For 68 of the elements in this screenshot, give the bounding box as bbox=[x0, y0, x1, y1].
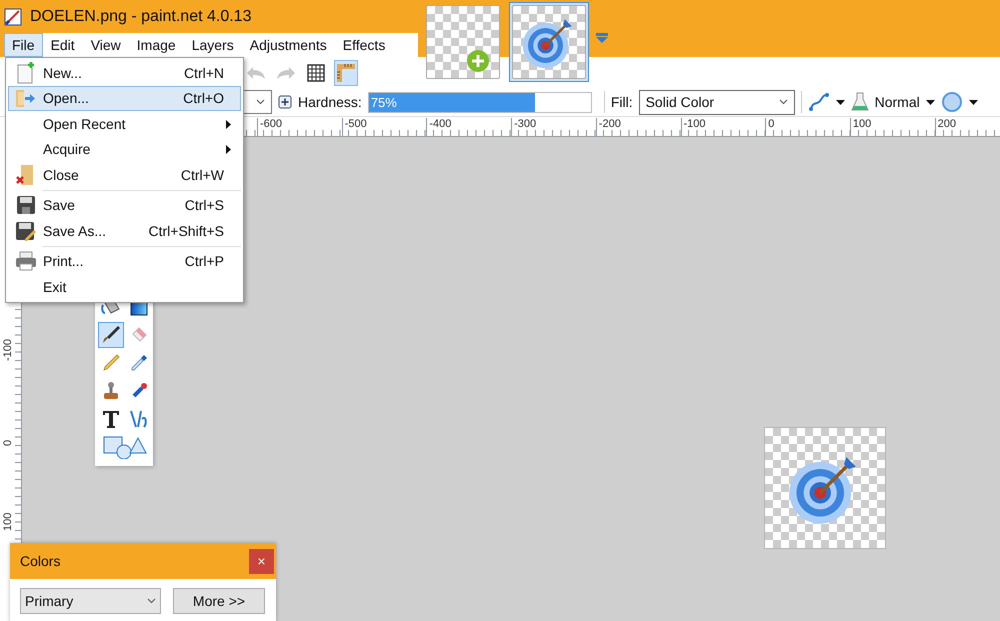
curve-icon[interactable] bbox=[808, 92, 830, 112]
stamp-icon[interactable] bbox=[101, 381, 121, 401]
hardness-value: 75% bbox=[370, 94, 397, 110]
ruler-label: 100 bbox=[850, 118, 872, 136]
caret-icon[interactable] bbox=[926, 100, 935, 104]
more-button[interactable]: More >> bbox=[173, 588, 265, 614]
menu-entry[interactable]: Save As... Ctrl+Shift+S bbox=[8, 218, 241, 244]
fill-dropdown[interactable]: Solid Color bbox=[638, 90, 795, 114]
ruler-label: 0 bbox=[2, 440, 14, 446]
ruler-label: -500 bbox=[342, 118, 367, 136]
ruler-label: -300 bbox=[511, 118, 536, 136]
ruler-label: -400 bbox=[426, 118, 452, 136]
new-file-icon bbox=[16, 62, 36, 84]
menu-entry[interactable]: Acquire bbox=[8, 136, 241, 162]
menu-entry[interactable]: Print... Ctrl+P bbox=[8, 248, 241, 274]
dropdown-caret-icon bbox=[778, 99, 788, 105]
ruler-label: 100 bbox=[2, 512, 14, 531]
color-mode-dropdown[interactable]: Primary bbox=[20, 588, 161, 614]
ruler-label: -200 bbox=[596, 118, 621, 136]
menu-item[interactable]: Edit bbox=[42, 33, 83, 57]
menu-entry[interactable]: Exit bbox=[8, 274, 241, 300]
text-tool-icon[interactable] bbox=[101, 409, 121, 429]
open-folder-icon bbox=[15, 88, 37, 108]
blend-mode-value[interactable]: Normal bbox=[874, 94, 920, 110]
dropdown-caret-icon bbox=[256, 99, 265, 105]
save-as-icon bbox=[15, 220, 37, 241]
save-icon bbox=[16, 195, 36, 216]
grid-icon[interactable] bbox=[307, 64, 325, 82]
menu-item[interactable]: Image bbox=[128, 33, 184, 57]
ruler-label: -100 bbox=[680, 118, 706, 136]
app-icon bbox=[4, 8, 22, 26]
menu-item[interactable]: Effects bbox=[334, 33, 394, 57]
menu-item[interactable]: Layers bbox=[184, 33, 242, 57]
panel-title: Colors bbox=[20, 553, 60, 569]
menu-entry[interactable]: Open... Ctrl+O bbox=[8, 86, 241, 111]
image-thumbnail[interactable] bbox=[423, 2, 503, 82]
line-curve-icon[interactable] bbox=[129, 409, 149, 429]
color-picker-icon[interactable] bbox=[129, 353, 149, 373]
flask-icon[interactable] bbox=[850, 92, 869, 112]
menu-entry[interactable]: Save Ctrl+S bbox=[8, 192, 241, 218]
menu-entry[interactable]: New... Ctrl+N bbox=[8, 60, 241, 86]
window-title: DOELEN.png - paint.net 4.0.13 bbox=[30, 8, 252, 26]
dropdown-caret-icon bbox=[147, 598, 156, 604]
menu-item[interactable]: View bbox=[82, 33, 129, 57]
close-button[interactable]: × bbox=[249, 548, 274, 574]
image-thumbnail[interactable] bbox=[509, 2, 589, 82]
hardness-label: Hardness: bbox=[298, 94, 362, 110]
ruler-label: 200 bbox=[934, 118, 956, 136]
ruler-label: -600 bbox=[257, 118, 282, 136]
caret-icon[interactable] bbox=[968, 100, 978, 104]
pencil-icon[interactable] bbox=[101, 353, 121, 373]
ruler-label: 0 bbox=[765, 118, 774, 136]
caret-icon[interactable] bbox=[836, 100, 845, 104]
menu-item[interactable]: File bbox=[4, 33, 43, 57]
rulers-icon[interactable] bbox=[336, 62, 356, 82]
paintbrush-icon[interactable] bbox=[101, 325, 121, 345]
submenu-arrow-icon bbox=[226, 145, 231, 154]
menu-entry[interactable]: Close Ctrl+W bbox=[8, 162, 241, 188]
menu-entry[interactable]: Open Recent bbox=[8, 111, 241, 136]
add-icon bbox=[467, 50, 489, 72]
add-button-icon[interactable] bbox=[278, 95, 292, 109]
shapes-icon[interactable] bbox=[102, 435, 148, 459]
menu-item[interactable]: Adjustments bbox=[242, 33, 335, 57]
antialias-circle-icon[interactable] bbox=[940, 91, 963, 113]
fill-label: Fill: bbox=[610, 94, 633, 110]
printer-icon bbox=[15, 251, 37, 272]
ruler-label: -100 bbox=[2, 338, 14, 361]
submenu-arrow-icon bbox=[226, 120, 231, 129]
